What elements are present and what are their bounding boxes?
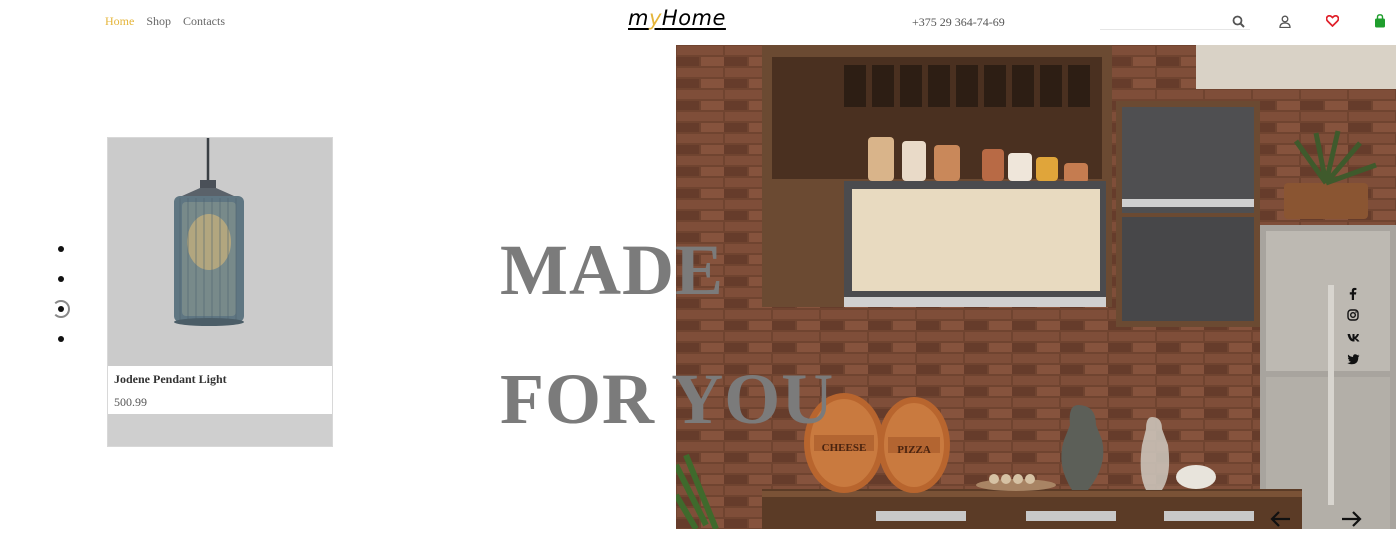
- hero-heading-line1: MADE: [500, 230, 724, 310]
- facebook-icon[interactable]: [1345, 285, 1361, 301]
- board-label-cheese: CHEESE: [822, 442, 867, 454]
- nav-shop-link[interactable]: Shop: [146, 14, 171, 29]
- arrow-left-icon[interactable]: [1270, 510, 1292, 528]
- arrow-right-icon[interactable]: [1340, 510, 1362, 528]
- slider-dot[interactable]: [58, 336, 64, 342]
- slider-dot[interactable]: [58, 276, 64, 282]
- product-card[interactable]: Jodene Pendant Light 500.99: [107, 137, 333, 447]
- logo-letter-m: m: [628, 6, 649, 30]
- search-input[interactable]: [1100, 11, 1228, 29]
- slider-dot-active[interactable]: [52, 300, 70, 318]
- nav-contacts-link[interactable]: Contacts: [183, 14, 225, 29]
- search-icon[interactable]: [1230, 13, 1246, 29]
- product-image: [108, 138, 332, 366]
- hero-heading-line2: FOR YOU: [500, 359, 835, 439]
- instagram-icon[interactable]: [1345, 307, 1361, 323]
- slider-dot[interactable]: [58, 246, 64, 252]
- product-price: 500.99: [114, 395, 147, 409]
- logo-word-home: Home: [661, 6, 726, 30]
- social-links: [1345, 285, 1361, 373]
- vk-icon[interactable]: [1345, 329, 1361, 345]
- logo-letter-y: y: [648, 6, 662, 30]
- main-nav: Home Shop Contacts: [105, 14, 225, 29]
- board-label-pizza: PIZZA: [897, 444, 931, 456]
- twitter-icon[interactable]: [1345, 351, 1361, 367]
- nav-home-link[interactable]: Home: [105, 14, 134, 29]
- product-info: Jodene Pendant Light 500.99: [108, 366, 332, 414]
- user-icon[interactable]: [1277, 13, 1293, 29]
- phone-number[interactable]: +375 29 364-74-69: [912, 15, 1005, 30]
- heart-icon[interactable]: [1324, 13, 1340, 29]
- site-logo[interactable]: myHome: [628, 6, 726, 30]
- hero-kitchen-image: CHEESE PIZZA: [676, 45, 1396, 529]
- search-bar: [1100, 10, 1250, 30]
- bag-icon[interactable]: [1372, 13, 1388, 29]
- product-name[interactable]: Jodene Pendant Light: [114, 372, 326, 387]
